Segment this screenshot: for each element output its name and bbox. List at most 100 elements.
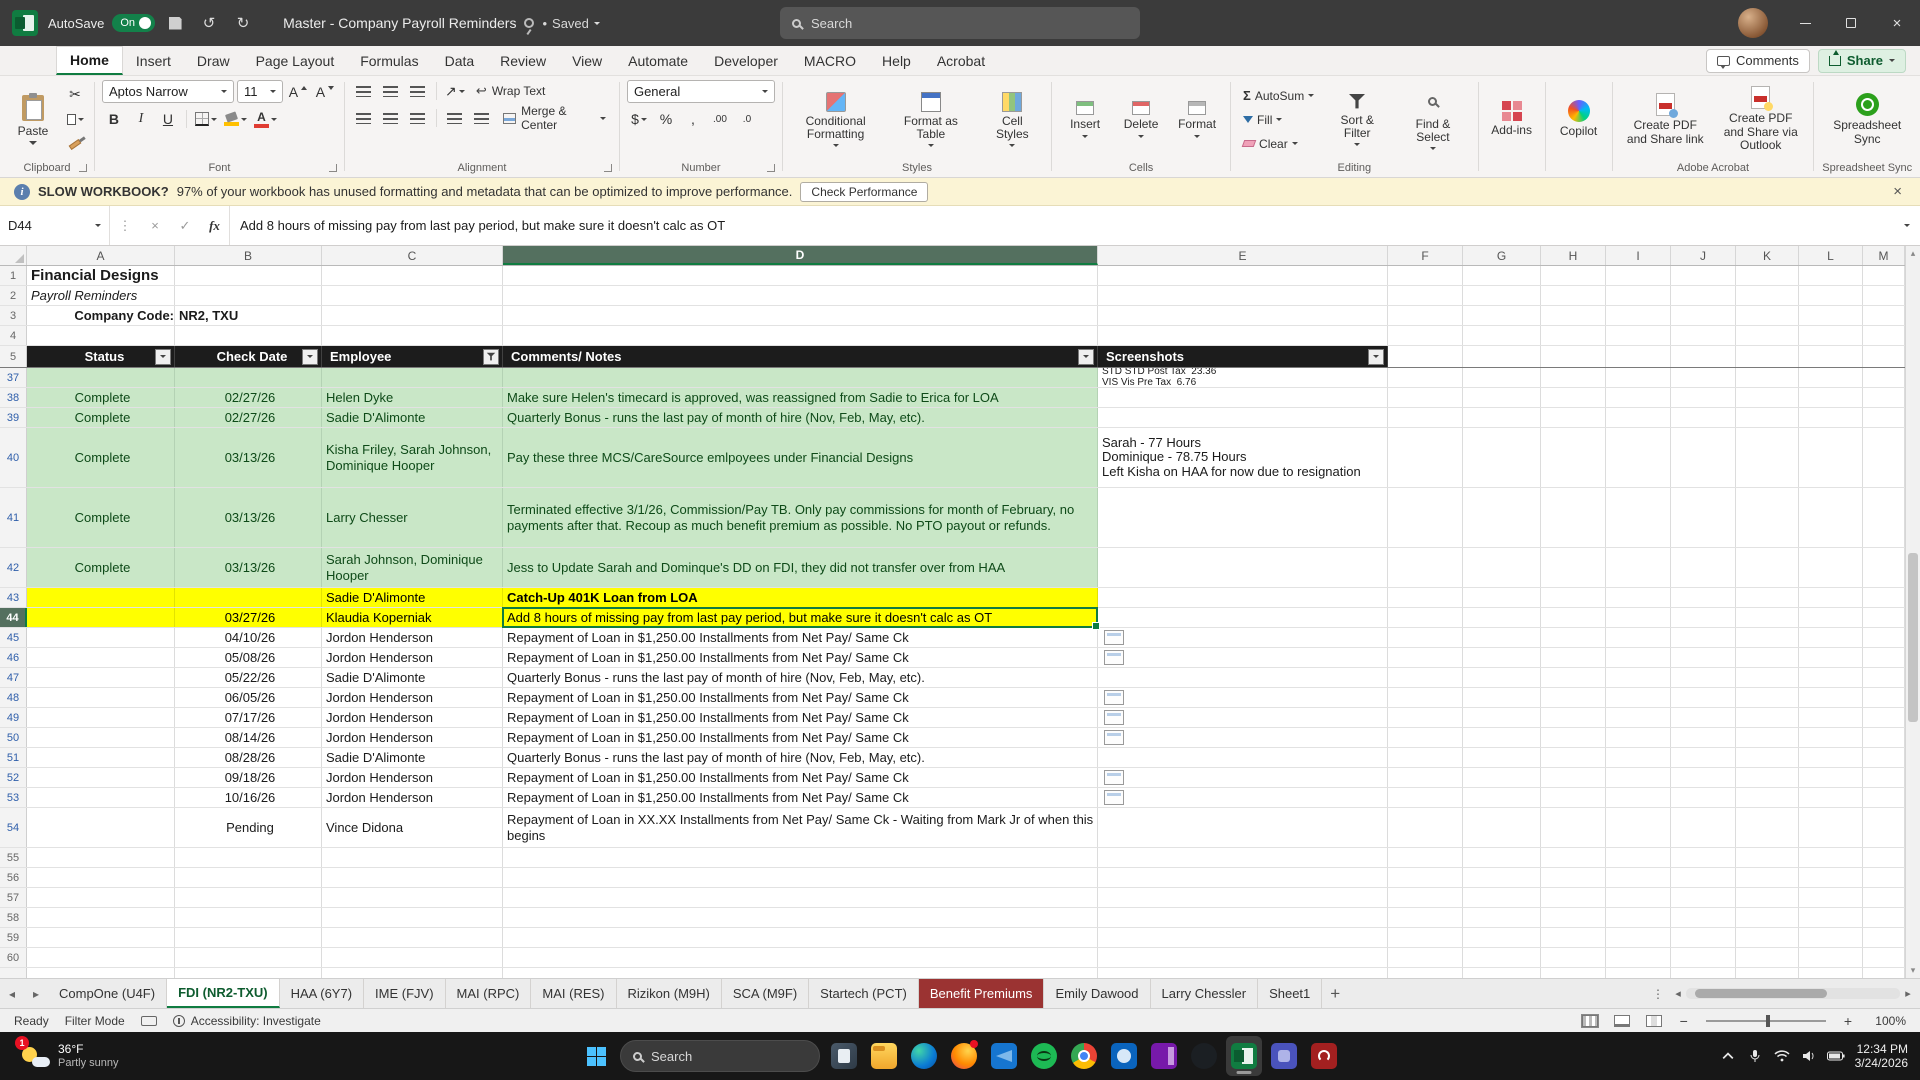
- ribbon-tab-draw[interactable]: Draw: [184, 46, 243, 75]
- cell-F40[interactable]: [1388, 428, 1463, 487]
- cell-M58[interactable]: [1863, 908, 1905, 927]
- row-header-59[interactable]: 59: [0, 928, 27, 947]
- cell-A44[interactable]: [27, 608, 175, 627]
- cell-F5[interactable]: [1388, 346, 1463, 367]
- cell-B57[interactable]: [175, 888, 322, 907]
- cell-K50[interactable]: [1736, 728, 1799, 747]
- cell-C40[interactable]: Kisha Friley, Sarah Johnson, Dominique H…: [322, 428, 503, 487]
- cell-L40[interactable]: [1799, 428, 1863, 487]
- align-left-icon[interactable]: [352, 107, 376, 129]
- row-header-52[interactable]: 52: [0, 768, 27, 787]
- cell-M42[interactable]: [1863, 548, 1905, 587]
- cell-H57[interactable]: [1541, 888, 1606, 907]
- cell-C42[interactable]: Sarah Johnson, Dominique Hooper: [322, 548, 503, 587]
- cell-E52[interactable]: [1098, 768, 1388, 787]
- cell-I45[interactable]: [1606, 628, 1671, 647]
- scroll-up-icon[interactable]: ▴: [1906, 246, 1920, 261]
- clear-button[interactable]: Clear: [1238, 133, 1319, 154]
- cell-G58[interactable]: [1463, 908, 1541, 927]
- ribbon-tab-macro[interactable]: MACRO: [791, 46, 869, 75]
- delete-cells-button[interactable]: Delete: [1115, 80, 1167, 159]
- cell-G1[interactable]: [1463, 266, 1541, 285]
- cell-C50[interactable]: Jordon Henderson: [322, 728, 503, 747]
- row-header-48[interactable]: 48: [0, 688, 27, 707]
- acrobat-taskbar-button[interactable]: [1306, 1036, 1342, 1076]
- cell-F45[interactable]: [1388, 628, 1463, 647]
- firefox-taskbar-button[interactable]: [946, 1036, 982, 1076]
- cell-K59[interactable]: [1736, 928, 1799, 947]
- cell-H49[interactable]: [1541, 708, 1606, 727]
- cell-E44[interactable]: [1098, 608, 1388, 627]
- cell-E54[interactable]: [1098, 808, 1388, 847]
- cell-J37[interactable]: [1671, 368, 1736, 387]
- zoom-level[interactable]: 100%: [1870, 1014, 1906, 1028]
- mic-icon[interactable]: [1746, 1047, 1764, 1065]
- cell-G57[interactable]: [1463, 888, 1541, 907]
- onenote-taskbar-button[interactable]: [1146, 1036, 1182, 1076]
- cell-M41[interactable]: [1863, 488, 1905, 547]
- cell-B52[interactable]: 09/18/26: [175, 768, 322, 787]
- battery-icon[interactable]: [1826, 1047, 1845, 1065]
- cell-J59[interactable]: [1671, 928, 1736, 947]
- cell-G53[interactable]: [1463, 788, 1541, 807]
- cell-K2[interactable]: [1736, 286, 1799, 305]
- cell-J47[interactable]: [1671, 668, 1736, 687]
- align-right-icon[interactable]: [406, 107, 430, 129]
- cell-H46[interactable]: [1541, 648, 1606, 667]
- cell-M54[interactable]: [1863, 808, 1905, 847]
- cell-H54[interactable]: [1541, 808, 1606, 847]
- cell-M44[interactable]: [1863, 608, 1905, 627]
- cell-B5[interactable]: Check Date: [175, 346, 322, 367]
- chrome-taskbar-button[interactable]: [1066, 1036, 1102, 1076]
- cancel-icon[interactable]: ×: [140, 206, 170, 245]
- cell-B43[interactable]: [175, 588, 322, 607]
- cell-C5[interactable]: Employee: [322, 346, 503, 367]
- sheet-tab-rizikon-m9h[interactable]: Rizikon (M9H): [617, 979, 722, 1008]
- screenshot-thumbnail[interactable]: [1104, 650, 1124, 665]
- cell-K48[interactable]: [1736, 688, 1799, 707]
- row-header-43[interactable]: 43: [0, 588, 27, 607]
- cell-H50[interactable]: [1541, 728, 1606, 747]
- cell-K56[interactable]: [1736, 868, 1799, 887]
- cell-G40[interactable]: [1463, 428, 1541, 487]
- cell-F44[interactable]: [1388, 608, 1463, 627]
- cell-D53[interactable]: Repayment of Loan in $1,250.00 Installme…: [503, 788, 1098, 807]
- comments-button[interactable]: Comments: [1706, 48, 1810, 73]
- cell-F4[interactable]: [1388, 326, 1463, 345]
- align-top-icon[interactable]: [352, 80, 376, 102]
- titlebar-search[interactable]: Search: [780, 7, 1140, 39]
- cell-F52[interactable]: [1388, 768, 1463, 787]
- cell-F38[interactable]: [1388, 388, 1463, 407]
- cell-D57[interactable]: [503, 888, 1098, 907]
- cell-F47[interactable]: [1388, 668, 1463, 687]
- cell-E45[interactable]: [1098, 628, 1388, 647]
- cell-B49[interactable]: 07/17/26: [175, 708, 322, 727]
- save-status[interactable]: • Saved: [542, 16, 600, 31]
- cell-K46[interactable]: [1736, 648, 1799, 667]
- cell-G43[interactable]: [1463, 588, 1541, 607]
- ribbon-tab-page-layout[interactable]: Page Layout: [243, 46, 348, 75]
- cell-F60[interactable]: [1388, 948, 1463, 967]
- cell-I41[interactable]: [1606, 488, 1671, 547]
- cell-H37[interactable]: [1541, 368, 1606, 387]
- underline-icon[interactable]: U: [156, 108, 180, 130]
- cell-C44[interactable]: Klaudia Koperniak: [322, 608, 503, 627]
- cell-K44[interactable]: [1736, 608, 1799, 627]
- cell-F56[interactable]: [1388, 868, 1463, 887]
- cell-I44[interactable]: [1606, 608, 1671, 627]
- cell-C46[interactable]: Jordon Henderson: [322, 648, 503, 667]
- cell-D41[interactable]: Terminated effective 3/1/26, Commission/…: [503, 488, 1098, 547]
- cell-A48[interactable]: [27, 688, 175, 707]
- cell-C3[interactable]: [322, 306, 503, 325]
- taskbar-search[interactable]: Search: [620, 1040, 820, 1072]
- cell-F59[interactable]: [1388, 928, 1463, 947]
- cell-C53[interactable]: Jordon Henderson: [322, 788, 503, 807]
- cell-G45[interactable]: [1463, 628, 1541, 647]
- vscode-taskbar-button[interactable]: [986, 1036, 1022, 1076]
- cell-J3[interactable]: [1671, 306, 1736, 325]
- sheet-tab-sca-m9f[interactable]: SCA (M9F): [722, 979, 810, 1008]
- avatar[interactable]: [1738, 8, 1768, 38]
- conditional-formatting-button[interactable]: Conditional Formatting: [790, 80, 881, 159]
- cell-F57[interactable]: [1388, 888, 1463, 907]
- cell-E37[interactable]: STD STD Post Tax 23.36 VIS Vis Pre Tax 6.…: [1098, 368, 1388, 387]
